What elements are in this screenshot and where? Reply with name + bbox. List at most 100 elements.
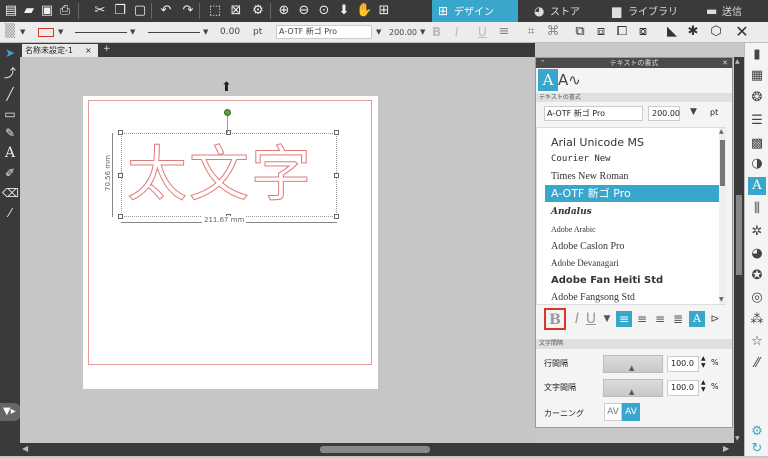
font-list-item[interactable]: Courier New — [545, 151, 719, 168]
favorites-icon[interactable]: ☆ — [748, 333, 766, 351]
font-list-item[interactable]: Adobe Devanagari — [545, 255, 719, 272]
justify-icon[interactable]: ≣ — [670, 311, 686, 327]
knife-tool-icon[interactable]: ✐ — [2, 165, 18, 181]
scroll-left-icon[interactable]: ◀ — [22, 444, 28, 453]
replicate-icon[interactable]: ✲ — [748, 223, 766, 241]
font-list-item[interactable]: Andalus — [545, 204, 719, 221]
horizontal-text-icon[interactable]: A — [689, 311, 705, 327]
align-right-icon[interactable]: ≡ — [652, 311, 668, 327]
open-folder-icon[interactable]: ▰ — [21, 3, 37, 19]
bold-button[interactable]: B — [544, 308, 566, 330]
save-icon[interactable]: ▣ — [39, 3, 55, 19]
print-icon[interactable]: ⎙ — [57, 3, 73, 19]
scroll-down-icon[interactable]: ▼ — [719, 296, 724, 303]
eraser-tool-icon[interactable]: ⌫ — [2, 185, 19, 201]
line-spacing-input[interactable]: 100.0 — [667, 356, 699, 372]
settings-gear-icon[interactable]: ⚙ — [748, 423, 766, 441]
font-list-thumb[interactable] — [720, 140, 725, 186]
paste-icon[interactable]: ▢ — [132, 3, 148, 19]
panel-scrollbar[interactable]: ▲ ▼ — [734, 57, 744, 443]
horizontal-scrollbar[interactable]: ◀ ▶ — [20, 443, 744, 456]
text-path-tab-icon[interactable]: A∿ — [558, 69, 581, 91]
weld-icon[interactable]: ⬡ — [708, 24, 724, 40]
fill-pattern-icon[interactable]: ▒ — [2, 24, 18, 40]
font-list-item-selected[interactable]: A-OTF 新ゴ Pro — [545, 185, 719, 202]
text-box-icon[interactable]: ⌗ — [523, 24, 539, 40]
handle-bottom-right[interactable] — [334, 214, 339, 219]
fill-icon[interactable]: ▩ — [748, 135, 766, 153]
tab-store[interactable]: ◕ ストア — [528, 0, 598, 22]
char-spacing-input[interactable]: 100.0 — [667, 380, 699, 396]
font-dropdown-arrow[interactable]: ▼ — [376, 25, 381, 40]
select-by-color-icon[interactable]: ⚙ — [250, 3, 266, 19]
font-size-input[interactable]: 200.00 — [648, 106, 680, 121]
handle-bottom-left[interactable] — [118, 214, 123, 219]
font-list-scrollbar[interactable]: ▲ ▼ — [719, 128, 726, 304]
fit-page-icon[interactable]: ⊞ — [376, 3, 392, 19]
bring-front-icon[interactable]: ⧠ — [614, 24, 630, 40]
tab-library[interactable]: ▆ ライブラリ — [606, 0, 692, 22]
font-list-item[interactable]: Adobe Caslon Pro — [545, 238, 719, 255]
close-icon[interactable]: ✕ — [734, 24, 750, 40]
panel-scroll-up-icon[interactable]: ▲ — [735, 58, 740, 65]
move-down-icon[interactable]: ⬇ — [336, 3, 352, 19]
handle-right[interactable] — [334, 173, 339, 178]
align-left-icon[interactable]: ≡ — [616, 311, 632, 327]
contrast-icon[interactable]: ◑ — [748, 155, 766, 173]
page-setup-icon[interactable]: ▮ — [748, 46, 766, 64]
fill-dropdown-arrow[interactable]: ▼ — [20, 25, 25, 40]
select-arrow-icon[interactable]: ➤ — [2, 45, 18, 61]
zoom-out-icon[interactable]: ⊖ — [296, 3, 312, 19]
trace-icon[interactable]: ◎ — [748, 289, 766, 307]
pan-hand-icon[interactable]: ✋ — [356, 3, 372, 19]
tab-design[interactable]: ⊞ デザイン — [432, 0, 518, 22]
deselect-icon[interactable]: ⊠ — [228, 3, 244, 19]
document-tab[interactable]: 名称未設定-1 × — [22, 44, 98, 57]
align-left-icon[interactable]: ≡ — [496, 24, 512, 40]
font-size-dropdown[interactable]: ▼ — [420, 25, 425, 40]
handle-top-left[interactable] — [118, 130, 123, 135]
copy-icon[interactable]: ❐ — [112, 3, 128, 19]
scroll-thumb[interactable] — [320, 446, 430, 453]
scroll-up-icon[interactable]: ▲ — [719, 128, 724, 135]
line-style-preview[interactable] — [75, 32, 127, 33]
underline-options-dropdown[interactable]: ▼ — [598, 309, 616, 329]
line-tool-icon[interactable]: ╱ — [2, 86, 18, 102]
close-tab-icon[interactable]: × — [85, 44, 92, 57]
line-width-preview[interactable] — [148, 32, 200, 33]
text-style-tab-icon[interactable]: A — [538, 69, 558, 91]
handle-top-right[interactable] — [334, 130, 339, 135]
collapse-icon[interactable]: ⌃ — [540, 58, 546, 68]
panel-scroll-down-icon[interactable]: ▼ — [735, 435, 740, 442]
ungroup-icon[interactable]: ⧈ — [593, 24, 609, 40]
panel-close-icon[interactable]: ✕ — [722, 58, 728, 68]
font-list-item[interactable]: Adobe Fangsong Std — [545, 289, 719, 304]
line-color-swatch[interactable] — [38, 28, 54, 37]
handle-left[interactable] — [118, 173, 123, 178]
line-width-input[interactable]: 0.00 — [220, 25, 240, 40]
font-list-item[interactable]: Arial Unicode MS — [545, 134, 719, 151]
add-tab-button[interactable]: + — [103, 44, 111, 54]
new-document-icon[interactable]: ▤ — [3, 3, 19, 19]
font-name-field[interactable]: A-OTF 新ゴ Pro — [276, 25, 372, 39]
send-back-icon[interactable]: ⧇ — [635, 24, 651, 40]
redo-icon[interactable]: ↷ — [180, 3, 196, 19]
underline-toggle[interactable]: U — [478, 25, 487, 40]
char-spacing-thumb[interactable]: ▲ — [629, 388, 634, 396]
font-list-item[interactable]: Times New Roman — [545, 168, 719, 185]
line-width-dropdown[interactable]: ▼ — [203, 25, 208, 40]
lines-icon[interactable]: ☰ — [748, 112, 766, 130]
transform-icon[interactable]: ⁄⁄ — [748, 355, 766, 373]
align-center-icon[interactable]: ≡ — [634, 311, 650, 327]
line-spacing-stepper[interactable]: ▲ ▼ — [701, 355, 706, 369]
char-spacing-slider[interactable]: ▲ — [603, 379, 663, 397]
pencil-tool-icon[interactable]: ✎ — [2, 125, 18, 141]
undo-icon[interactable]: ↶ — [158, 3, 174, 19]
zoom-in-icon[interactable]: ⊕ — [276, 3, 292, 19]
tab-send[interactable]: ▬ 送信 — [700, 0, 768, 22]
text-path-icon[interactable]: ⌘ — [545, 24, 561, 40]
font-list[interactable]: Arial Unicode MS Courier New Times New R… — [536, 127, 726, 305]
line-color-dropdown[interactable]: ▼ — [58, 25, 63, 40]
fill-bucket-icon[interactable]: ◣ — [664, 24, 680, 40]
align-panel-icon[interactable]: ⫼ — [748, 200, 766, 218]
